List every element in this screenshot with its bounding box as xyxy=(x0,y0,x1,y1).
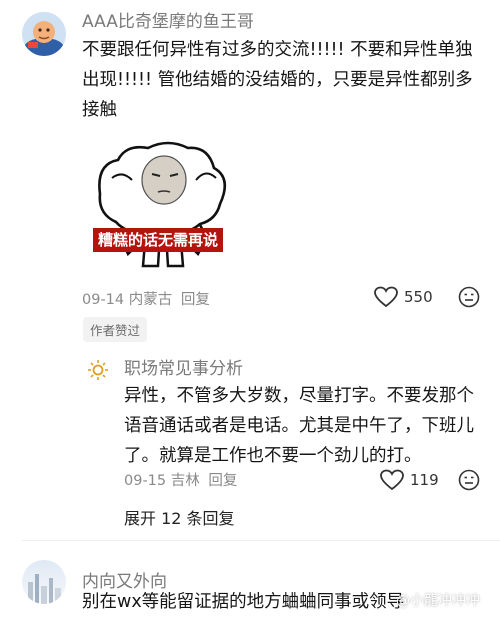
expand-replies-button[interactable]: 展开 12 条回复 xyxy=(124,505,235,529)
sticker-caption: 糟糕的话无需再说 xyxy=(93,228,224,252)
comment-username[interactable]: AAA比奇堡摩的鱼王哥 xyxy=(82,7,254,32)
reply-date: 09-15 xyxy=(124,473,167,489)
comment-location: 内蒙古 xyxy=(128,292,173,308)
like-count: 550 xyxy=(404,288,433,306)
heart-icon xyxy=(380,469,404,491)
reply-text: 异性，不管多大岁数，尽量打字。不要发那个语音通话或者是电话。尤其是中午了，下班儿… xyxy=(124,386,474,466)
sticker-image[interactable] xyxy=(88,134,238,274)
sun-avatar-icon xyxy=(88,360,108,380)
comment-text: 不要跟任何异性有过多的交流!!!!! 不要和异性单独出现!!!!! 管他结婚的没… xyxy=(82,40,473,120)
user-avatar[interactable] xyxy=(22,12,66,56)
head-holding-sticker-icon xyxy=(98,141,227,268)
reply-reply-button[interactable]: 回复 xyxy=(208,473,237,489)
watermark: @小龍冲冲冲 xyxy=(396,593,480,609)
city-avatar-icon xyxy=(22,560,66,604)
reply-reaction-button[interactable] xyxy=(458,469,480,495)
reaction-button[interactable] xyxy=(458,286,480,312)
reply-location: 吉林 xyxy=(170,473,200,489)
reply-button[interactable]: 回复 xyxy=(181,292,210,308)
author-liked-badge: 作者赞过 xyxy=(83,317,148,342)
reaction-face-icon xyxy=(458,286,480,308)
cartoon-avatar-icon xyxy=(22,12,66,56)
like-button[interactable]: 550 xyxy=(374,286,433,308)
reply-like-button[interactable]: 119 xyxy=(380,469,439,491)
reply-avatar[interactable] xyxy=(86,358,110,382)
heart-icon xyxy=(374,286,398,308)
comment-date: 09-14 xyxy=(82,292,125,308)
user-avatar-2[interactable] xyxy=(22,560,66,604)
comment-meta: 09-14 内蒙古 回复 xyxy=(82,288,210,309)
reply-meta: 09-15 吉林 回复 xyxy=(124,469,237,490)
comment-divider xyxy=(22,540,500,541)
reply-like-count: 119 xyxy=(410,471,439,489)
reaction-face-icon xyxy=(458,469,480,491)
reply-username[interactable]: 职场常见事分析 xyxy=(124,354,243,379)
